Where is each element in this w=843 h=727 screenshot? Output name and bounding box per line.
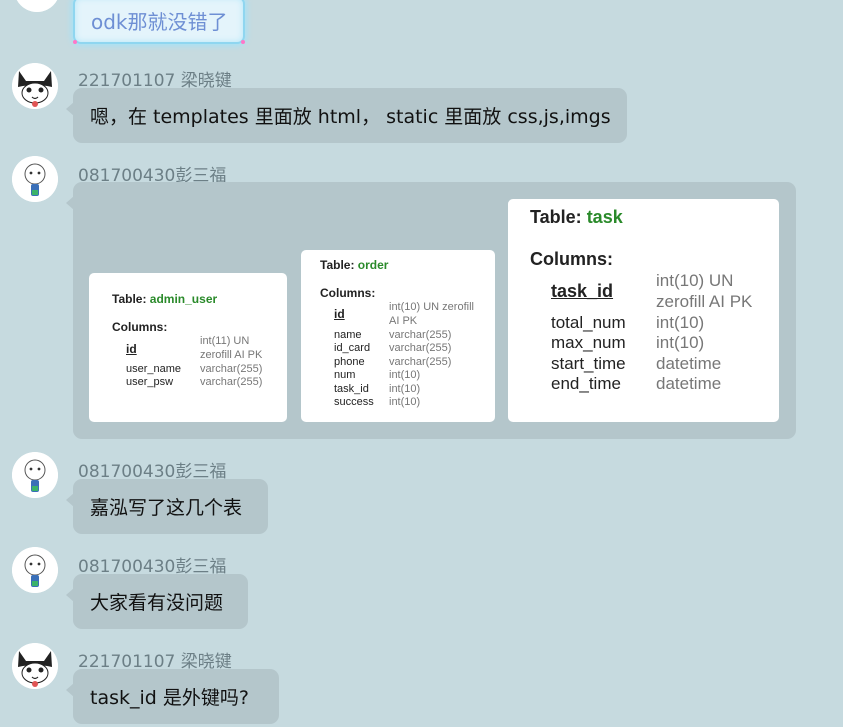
column-type: varchar(255)	[389, 342, 452, 354]
message-text: odk那就没错了	[91, 9, 228, 34]
avatar[interactable]	[12, 547, 58, 593]
column-name: id	[126, 342, 137, 356]
column-type: zerofill AI PK	[656, 292, 753, 311]
column-name: start_time	[551, 354, 626, 373]
table-label: Table:	[112, 292, 147, 306]
column-name: id_card	[334, 342, 371, 354]
column-type: int(10)	[389, 369, 421, 381]
column-name: task_id	[334, 383, 369, 395]
avatar[interactable]	[14, 0, 60, 12]
table-label: Table:	[320, 258, 355, 272]
avatar[interactable]	[12, 156, 58, 202]
table-card-admin-user: Table: admin_user Columns: id int(11) UN…	[89, 273, 287, 422]
column-name: task_id	[551, 281, 614, 301]
column-name: end_time	[551, 374, 621, 393]
table-name: order	[357, 258, 389, 272]
columns-label: Columns:	[320, 286, 376, 300]
column-type: varchar(255)	[389, 329, 452, 341]
column-type: varchar(255)	[200, 376, 263, 388]
columns-label: Columns:	[530, 249, 613, 269]
message-bubble[interactable]: 嗯，在 templates 里面放 html， static 里面放 css,j…	[66, 88, 627, 143]
column-type: varchar(255)	[200, 363, 263, 375]
columns-label: Columns:	[112, 320, 168, 334]
avatar[interactable]	[12, 643, 58, 689]
avatar[interactable]	[12, 452, 58, 498]
message-text: task_id 是外键吗?	[90, 687, 249, 709]
column-type: int(10)	[389, 383, 421, 395]
column-name: user_name	[126, 363, 182, 375]
image-message[interactable]: Table: admin_user Columns: id int(11) UN…	[66, 182, 796, 439]
message-bubble[interactable]: 大家看有没问题	[66, 574, 248, 629]
column-type: varchar(255)	[389, 356, 452, 368]
table-card-task: Table: task Columns: int(10) UN task_id …	[508, 199, 779, 422]
column-name: num	[334, 369, 356, 381]
message-text: 嗯，在 templates 里面放 html， static 里面放 css,j…	[90, 106, 611, 128]
message-text: 嘉泓写了这几个表	[90, 497, 243, 519]
column-name: user_psw	[126, 376, 174, 388]
column-type: datetime	[656, 374, 722, 393]
column-name: max_num	[551, 333, 626, 352]
column-name: phone	[334, 356, 365, 368]
column-type: AI PK	[389, 315, 418, 327]
message-bubble[interactable]: task_id 是外键吗?	[66, 669, 279, 724]
column-type: int(10) UN	[656, 271, 734, 290]
column-type: int(10) UN zerofill	[389, 301, 474, 313]
column-type: int(10)	[389, 396, 421, 408]
column-name: id	[334, 307, 345, 321]
table-name: task	[586, 207, 623, 227]
column-type: datetime	[656, 354, 722, 373]
column-type: int(10)	[656, 313, 705, 332]
column-name: success	[334, 396, 374, 408]
message-text: 大家看有没问题	[90, 592, 224, 614]
column-type: zerofill AI PK	[200, 349, 263, 361]
column-name: name	[334, 329, 362, 341]
column-name: total_num	[551, 313, 626, 332]
column-type: int(10)	[656, 333, 705, 352]
table-card-order: Table: order Columns: id int(10) UN zero…	[301, 250, 495, 422]
avatar[interactable]	[12, 63, 58, 109]
column-type: int(11) UN	[200, 335, 250, 347]
message-bubble[interactable]: odk那就没错了	[73, 0, 245, 44]
message-bubble[interactable]: 嘉泓写了这几个表	[66, 479, 268, 534]
table-label: Table:	[530, 207, 582, 227]
table-name: admin_user	[149, 292, 218, 306]
